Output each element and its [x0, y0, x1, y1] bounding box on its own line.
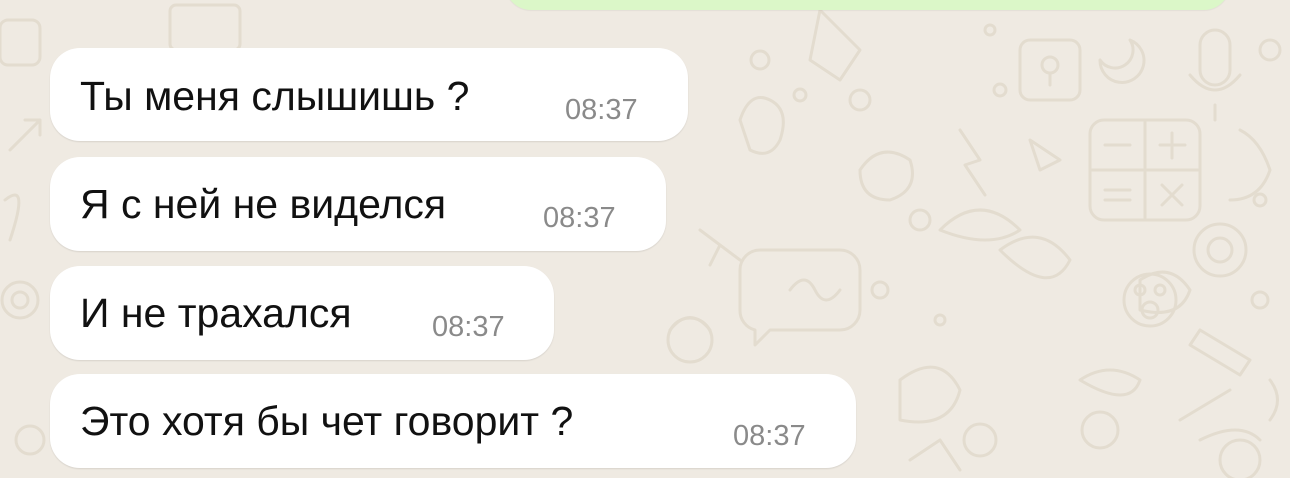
message-time: 08:37: [432, 311, 505, 343]
message-time: 08:37: [565, 94, 638, 126]
circle-doodle-icon: [0, 280, 40, 320]
message-bubble-1[interactable]: Ты меня слышишь ? 08:37: [50, 48, 688, 141]
message-bubble-2[interactable]: Я с ней не виделся 08:37: [50, 157, 666, 251]
outgoing-message-bubble-partial[interactable]: [505, 0, 1230, 10]
message-text: И не трахался: [80, 290, 352, 336]
calculator-doodle-icon: [1088, 118, 1202, 222]
message-time: 08:37: [733, 420, 806, 452]
message-text: Я с ней не виделся: [80, 181, 447, 227]
message-bubble-3[interactable]: И не трахался 08:37: [50, 266, 554, 360]
message-text: Ты меня слышишь ?: [80, 73, 470, 119]
message-text: Это хотя бы чет говорит ?: [80, 398, 574, 444]
message-bubble-4[interactable]: Это хотя бы чет говорит ? 08:37: [50, 374, 856, 468]
calendar-doodle-icon: [168, 3, 242, 52]
message-time: 08:37: [543, 202, 616, 234]
speech-bubble-doodle-icon: [738, 248, 862, 347]
lock-doodle-icon: [1018, 38, 1082, 102]
microphone-doodle-icon: [1198, 28, 1232, 87]
hand-doodle-icon: [738, 96, 785, 155]
